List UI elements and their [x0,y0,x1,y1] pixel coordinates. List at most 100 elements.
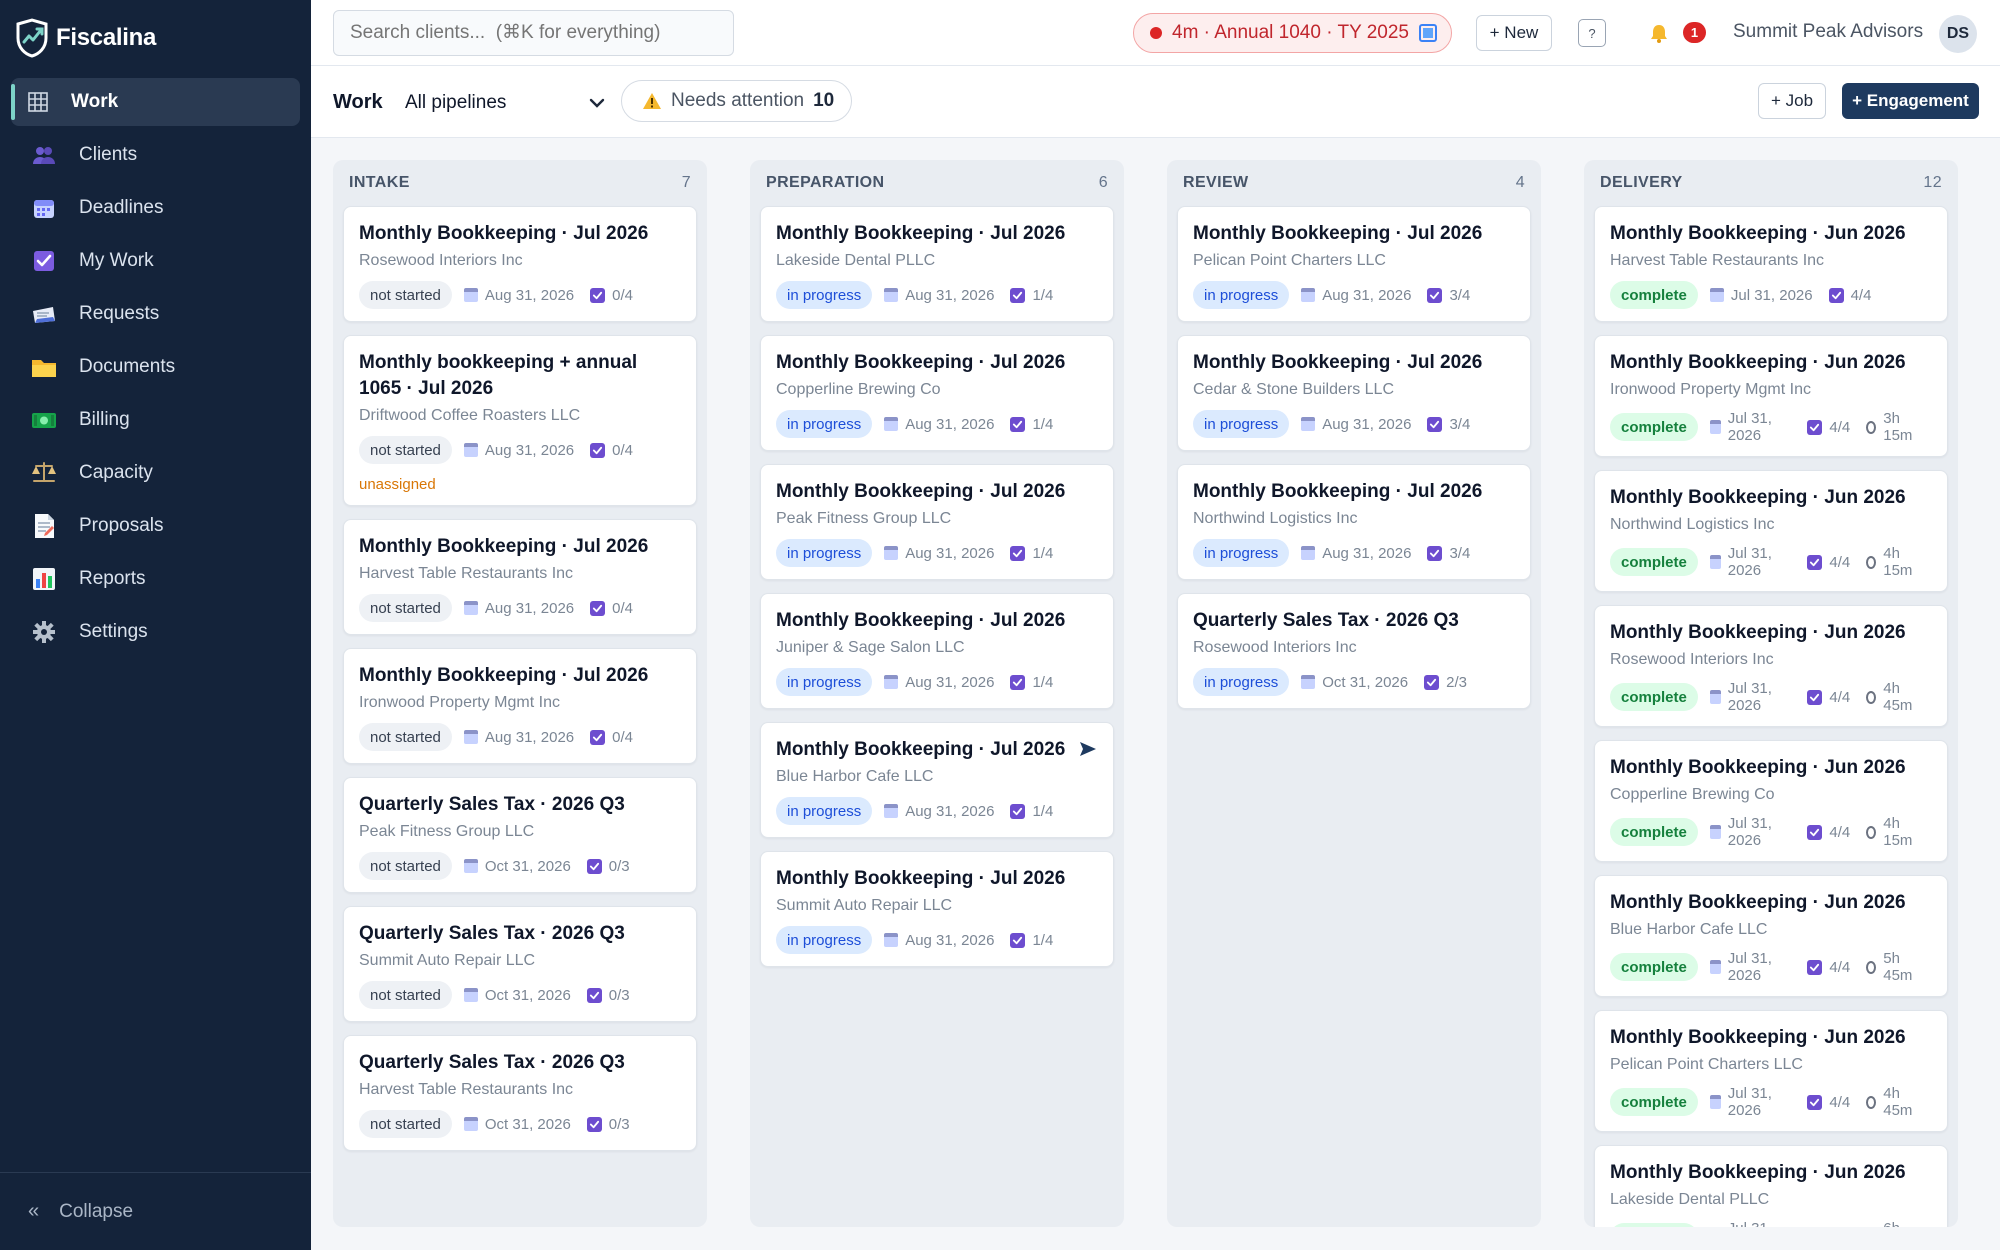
job-card[interactable]: Quarterly Sales Tax · 2026 Q3 Summit Auto… [343,906,697,1022]
job-card[interactable]: Monthly Bookkeeping · Jun 2026 Rosewood I… [1594,605,1948,727]
job-card[interactable]: Monthly Bookkeeping · Jun 2026 Harvest Ta… [1594,206,1948,322]
job-card[interactable]: Monthly Bookkeeping · Jul 2026 Blue Harbo… [760,722,1114,838]
card-client[interactable]: Rosewood Interiors Inc [1610,649,1933,671]
job-card[interactable]: Quarterly Sales Tax · 2026 Q3 Rosewood In… [1177,593,1531,709]
needs-attention-filter[interactable]: Needs attention 10 [621,80,853,122]
sidebar-item-reports[interactable]: Reports [11,555,300,603]
due-date: Aug 31, 2026 [463,729,574,746]
task-progress-value: 1/4 [1032,286,1054,304]
org-name[interactable]: Summit Peak Advisors [1733,21,1923,43]
sidebar: Fiscalina Work Clients Deadlines My Work Req… [0,0,311,1250]
job-card[interactable]: Monthly Bookkeeping · Jul 2026 Ironwood P… [343,648,697,764]
sidebar-item-deadlines[interactable]: Deadlines [11,184,300,232]
send-icon[interactable] [1079,741,1097,757]
sidebar-item-settings[interactable]: Settings [11,608,300,656]
card-client[interactable]: Driftwood Coffee Roasters LLC [359,405,682,427]
card-client[interactable]: Blue Harbor Cafe LLC [776,766,1099,788]
job-card[interactable]: Monthly Bookkeeping · Jul 2026 Summit Aut… [760,851,1114,967]
job-card[interactable]: Quarterly Sales Tax · 2026 Q3 Peak Fitnes… [343,777,697,893]
add-job-button[interactable]: + Job [1758,83,1826,119]
collapse-button[interactable]: « Collapse [0,1172,311,1250]
checkbox-icon [586,858,602,874]
job-card[interactable]: Monthly Bookkeeping · Jul 2026 Copperline… [760,335,1114,451]
card-client[interactable]: Copperline Brewing Co [776,379,1099,401]
status-badge: complete [1610,548,1698,576]
card-client[interactable]: Cedar & Stone Builders LLC [1193,379,1516,401]
card-client[interactable]: Peak Fitness Group LLC [776,508,1099,530]
sidebar-item-requests[interactable]: Requests [11,290,300,338]
calendar-icon [1709,960,1721,974]
job-card[interactable]: Monthly Bookkeeping · Jul 2026 Cedar & St… [1177,335,1531,451]
sidebar-item-my-work[interactable]: My Work [11,237,300,285]
job-card[interactable]: Monthly Bookkeeping · Jun 2026 Northwind … [1594,470,1948,592]
card-client[interactable]: Pelican Point Charters LLC [1193,250,1516,272]
card-client[interactable]: Copperline Brewing Co [1610,784,1933,806]
search-input[interactable] [333,10,734,56]
card-client[interactable]: Lakeside Dental PLLC [1610,1189,1933,1211]
card-client[interactable]: Harvest Table Restaurants Inc [1610,250,1933,272]
sidebar-item-proposals[interactable]: Proposals [11,502,300,550]
job-card[interactable]: Monthly Bookkeeping · Jul 2026 Lakeside D… [760,206,1114,322]
job-card[interactable]: Monthly Bookkeeping · Jun 2026 Copperline… [1594,740,1948,862]
task-progress: 0/4 [590,442,633,459]
help-button[interactable]: ? [1578,19,1606,47]
avatar[interactable]: DS [1939,15,1977,53]
card-title: Monthly Bookkeeping · Jul 2026 [776,481,1066,502]
card-client[interactable]: Summit Auto Repair LLC [359,950,682,972]
job-card[interactable]: Monthly Bookkeeping · Jul 2026 Rosewood I… [343,206,697,322]
card-client[interactable]: Ironwood Property Mgmt Inc [1610,379,1933,401]
due-date: Jul 31, 2026 [1709,1085,1792,1119]
sidebar-item-work[interactable]: Work [11,78,300,126]
sidebar-item-documents[interactable]: Documents [11,343,300,391]
job-card[interactable]: Monthly Bookkeeping · Jun 2026 Lakeside D… [1594,1145,1948,1227]
card-client[interactable]: Ironwood Property Mgmt Inc [359,692,682,714]
new-button[interactable]: + New [1476,15,1552,51]
brand[interactable]: Fiscalina [14,18,156,58]
job-card[interactable]: Monthly Bookkeeping · Jul 2026 Juniper & … [760,593,1114,709]
card-client[interactable]: Harvest Table Restaurants Inc [359,1079,682,1101]
due-date: Oct 31, 2026 [463,987,571,1004]
card-client[interactable]: Rosewood Interiors Inc [359,250,682,272]
card-meta: in progress Aug 31, 2026 3/4 [1193,410,1516,438]
job-card[interactable]: Quarterly Sales Tax · 2026 Q3 Harvest Tab… [343,1035,697,1151]
job-card[interactable]: Monthly Bookkeeping · Jul 2026 Pelican Po… [1177,206,1531,322]
due-date-value: Aug 31, 2026 [484,441,575,459]
card-client[interactable]: Rosewood Interiors Inc [1193,637,1516,659]
bell-icon[interactable] [1648,22,1670,44]
sidebar-item-capacity[interactable]: Capacity [11,449,300,497]
stop-timer-icon[interactable] [1418,24,1437,42]
card-client[interactable]: Northwind Logistics Inc [1610,514,1933,536]
card-client[interactable]: Summit Auto Repair LLC [776,895,1099,917]
task-progress: 1/4 [1010,416,1053,433]
job-card[interactable]: Monthly Bookkeeping · Jun 2026 Ironwood P… [1594,335,1948,457]
job-card[interactable]: Monthly Bookkeeping · Jul 2026 Harvest Ta… [343,519,697,635]
status-badge: complete [1610,281,1698,309]
unassigned-label[interactable]: unassigned [359,476,682,493]
job-card[interactable]: Monthly Bookkeeping · Jun 2026 Blue Harbo… [1594,875,1948,997]
add-engagement-button[interactable]: + Engagement [1842,83,1979,119]
card-meta: complete Jul 31, 2026 4/4 [1610,281,1933,309]
job-card[interactable]: Monthly Bookkeeping · Jun 2026 Pelican Po… [1594,1010,1948,1132]
card-client[interactable]: Peak Fitness Group LLC [359,821,682,843]
card-client[interactable]: Juniper & Sage Salon LLC [776,637,1099,659]
sidebar-item-billing[interactable]: Billing [11,396,300,444]
due-date-value: Aug 31, 2026 [905,802,995,820]
card-client[interactable]: Pelican Point Charters LLC [1610,1054,1933,1076]
card-client[interactable]: Northwind Logistics Inc [1193,508,1516,530]
task-progress: 0/4 [590,287,633,304]
job-card[interactable]: Monthly bookkeeping + annual 1065 · Jul … [343,335,697,506]
sidebar-item-label: Billing [79,409,130,430]
card-client[interactable]: Harvest Table Restaurants Inc [359,563,682,585]
card-client[interactable]: Lakeside Dental PLLC [776,250,1099,272]
page-title: Work [333,91,383,113]
grid-icon [25,89,51,115]
job-card[interactable]: Monthly Bookkeeping · Jul 2026 Peak Fitne… [760,464,1114,580]
calendar-icon [1301,546,1316,560]
task-progress: 3/4 [1427,416,1470,433]
running-timer[interactable]: 4m · Annual 1040 · TY 2025 [1133,13,1452,53]
calendar-icon [463,601,478,615]
pipeline-select[interactable]: All pipelines [405,88,605,118]
card-client[interactable]: Blue Harbor Cafe LLC [1610,919,1933,941]
sidebar-item-clients[interactable]: Clients [11,131,300,179]
job-card[interactable]: Monthly Bookkeeping · Jul 2026 Northwind … [1177,464,1531,580]
